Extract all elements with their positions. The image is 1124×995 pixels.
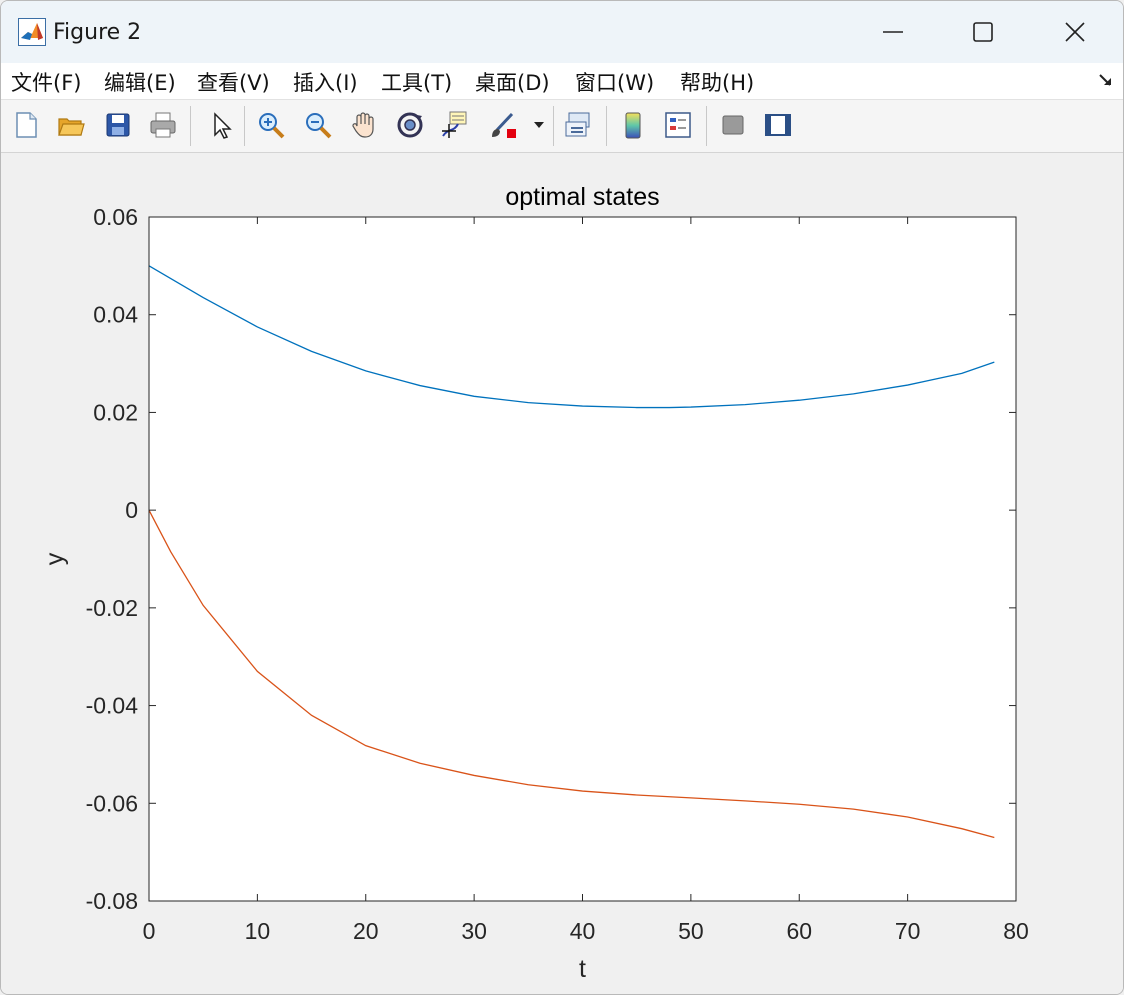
figure-window: Figure 2 文件(F) 编辑(E) 查看(V) 插入(I) 工具(T) 桌… <box>0 0 1124 995</box>
menu-insert[interactable]: 插入(I) <box>293 67 358 97</box>
menu-bar: 文件(F) 编辑(E) 查看(V) 插入(I) 工具(T) 桌面(D) 窗口(W… <box>1 63 1123 100</box>
maximize-button[interactable] <box>937 1 1029 63</box>
zoom-in-icon <box>259 113 285 139</box>
select-button[interactable] <box>204 108 238 142</box>
plot-area <box>149 217 1016 901</box>
show-plot-tools-icon <box>765 114 791 136</box>
x-tick-label: 60 <box>786 918 812 944</box>
figure-canvas: 0 10 20 30 40 50 60 70 80 -0.08 -0.06 -0.04 -0.02 0 0.… <box>1 153 1123 994</box>
matlab-icon <box>18 18 46 46</box>
pan-button[interactable] <box>347 108 381 142</box>
line-chart[interactable]: 0 10 20 30 40 50 60 70 80 -0.08 -0.06 -0.04 -0.02 0 0.… <box>1 153 1123 994</box>
x-axis-label: t <box>579 955 586 983</box>
colorbar-button[interactable] <box>616 108 650 142</box>
legend-icon <box>665 112 691 138</box>
select-arrow-icon <box>214 112 232 139</box>
x-tick-label: 70 <box>895 918 921 944</box>
figure-toolbar <box>1 100 1123 153</box>
y-tick-label: -0.02 <box>86 595 138 621</box>
close-icon <box>1065 22 1085 42</box>
chart-title: optimal states <box>505 183 659 211</box>
x-tick-label: 20 <box>353 918 379 944</box>
save-icon <box>106 113 130 137</box>
dock-arrow-icon[interactable] <box>1097 71 1115 89</box>
colorbar-icon <box>625 112 641 139</box>
y-tick-label: 0.02 <box>93 399 138 425</box>
brush-icon <box>492 112 516 138</box>
y-tick-label: 0 <box>125 497 138 523</box>
window-title: Figure 2 <box>53 20 142 45</box>
y-tick-label: -0.08 <box>86 888 138 914</box>
menu-file[interactable]: 文件(F) <box>11 67 81 97</box>
menu-window[interactable]: 窗口(W) <box>575 67 654 97</box>
pan-hand-icon <box>352 112 374 138</box>
open-file-icon <box>58 118 85 136</box>
data-cursor-button[interactable] <box>438 108 472 142</box>
brush-dropdown-icon <box>534 122 544 128</box>
x-tick-label: 0 <box>143 918 156 944</box>
close-button[interactable] <box>1029 1 1121 63</box>
y-tick-label: 0.06 <box>93 204 138 230</box>
data-cursor-icon <box>442 111 467 138</box>
x-tick-label: 30 <box>461 918 487 944</box>
y-tick-label: -0.04 <box>86 693 139 719</box>
print-icon <box>150 112 176 138</box>
zoom-out-button[interactable] <box>301 108 335 142</box>
rotate-3d-icon <box>397 112 423 138</box>
hide-plot-tools-button[interactable] <box>716 108 750 142</box>
x-tick-label: 40 <box>570 918 596 944</box>
open-file-button[interactable] <box>54 108 88 142</box>
minimize-icon <box>883 31 903 33</box>
menu-edit[interactable]: 编辑(E) <box>104 67 176 97</box>
link-plot-button[interactable] <box>561 108 595 142</box>
show-plot-tools-button[interactable] <box>761 108 795 142</box>
save-button[interactable] <box>101 108 135 142</box>
menu-tools[interactable]: 工具(T) <box>381 67 452 97</box>
print-button[interactable] <box>146 108 180 142</box>
brush-button[interactable] <box>486 108 520 142</box>
y-axis-label: y <box>41 552 69 565</box>
maximize-icon <box>973 22 993 42</box>
zoom-out-icon <box>306 113 332 139</box>
brush-dropdown-button[interactable] <box>529 108 549 142</box>
new-figure-button[interactable] <box>9 108 43 142</box>
minimize-button[interactable] <box>847 1 939 63</box>
y-tick-label: 0.04 <box>93 302 138 328</box>
x-tick-label: 80 <box>1003 918 1029 944</box>
x-tick-label: 10 <box>245 918 271 944</box>
link-plot-icon <box>565 112 590 137</box>
menu-view[interactable]: 查看(V) <box>197 67 270 97</box>
title-bar[interactable]: Figure 2 <box>1 1 1123 63</box>
rotate-button[interactable] <box>393 108 427 142</box>
menu-desktop[interactable]: 桌面(D) <box>475 67 550 97</box>
legend-button[interactable] <box>661 108 695 142</box>
y-tick-label: -0.06 <box>86 790 138 816</box>
x-tick-label: 50 <box>678 918 704 944</box>
zoom-in-button[interactable] <box>254 108 288 142</box>
new-figure-icon <box>16 112 37 138</box>
hide-plot-tools-icon <box>722 115 744 135</box>
menu-help[interactable]: 帮助(H) <box>680 67 754 97</box>
